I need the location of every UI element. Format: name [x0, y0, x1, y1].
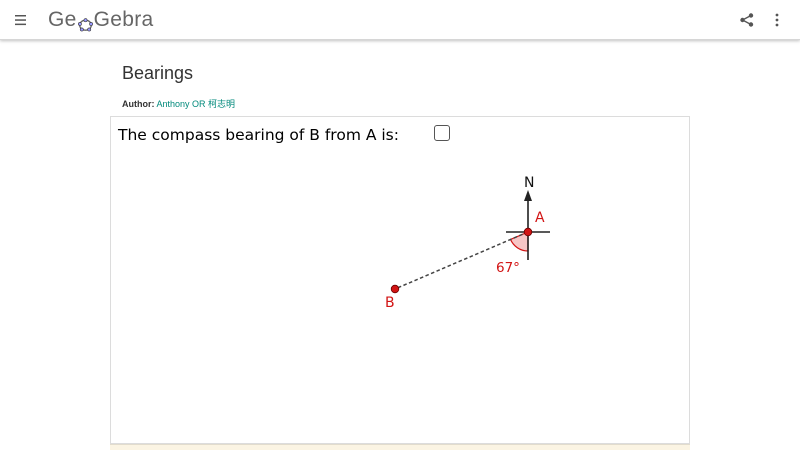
- more-vertical-icon[interactable]: [770, 11, 784, 29]
- point-b-label: B: [385, 295, 395, 311]
- logo-text-suffix: Gebra: [93, 8, 154, 31]
- construction-canvas[interactable]: N A B 67°: [111, 117, 690, 444]
- angle-label: 67°: [496, 260, 520, 276]
- geogebra-logo[interactable]: Ge Gebra: [48, 7, 154, 33]
- north-arrowhead-icon: [524, 190, 532, 201]
- point-a-label: A: [535, 210, 545, 226]
- point-b[interactable]: [390, 284, 400, 294]
- page-title: Bearings: [122, 63, 194, 83]
- point-a[interactable]: [523, 227, 533, 237]
- logo-text-prefix: Ge: [48, 8, 77, 31]
- top-app-bar: Ge Gebra: [0, 0, 800, 40]
- north-label: N: [524, 175, 534, 191]
- author-label: Author:: [122, 99, 155, 109]
- author-link[interactable]: Anthony OR 柯志明: [157, 99, 236, 109]
- share-icon[interactable]: [738, 11, 756, 29]
- logo-ring-icon: [77, 14, 93, 32]
- geogebra-applet[interactable]: The compass bearing of B from A is: N A …: [110, 116, 690, 444]
- hamburger-menu-icon[interactable]: [12, 11, 32, 29]
- author-line: Author: Anthony OR 柯志明: [122, 97, 235, 110]
- applet-footer-bar: [110, 444, 690, 450]
